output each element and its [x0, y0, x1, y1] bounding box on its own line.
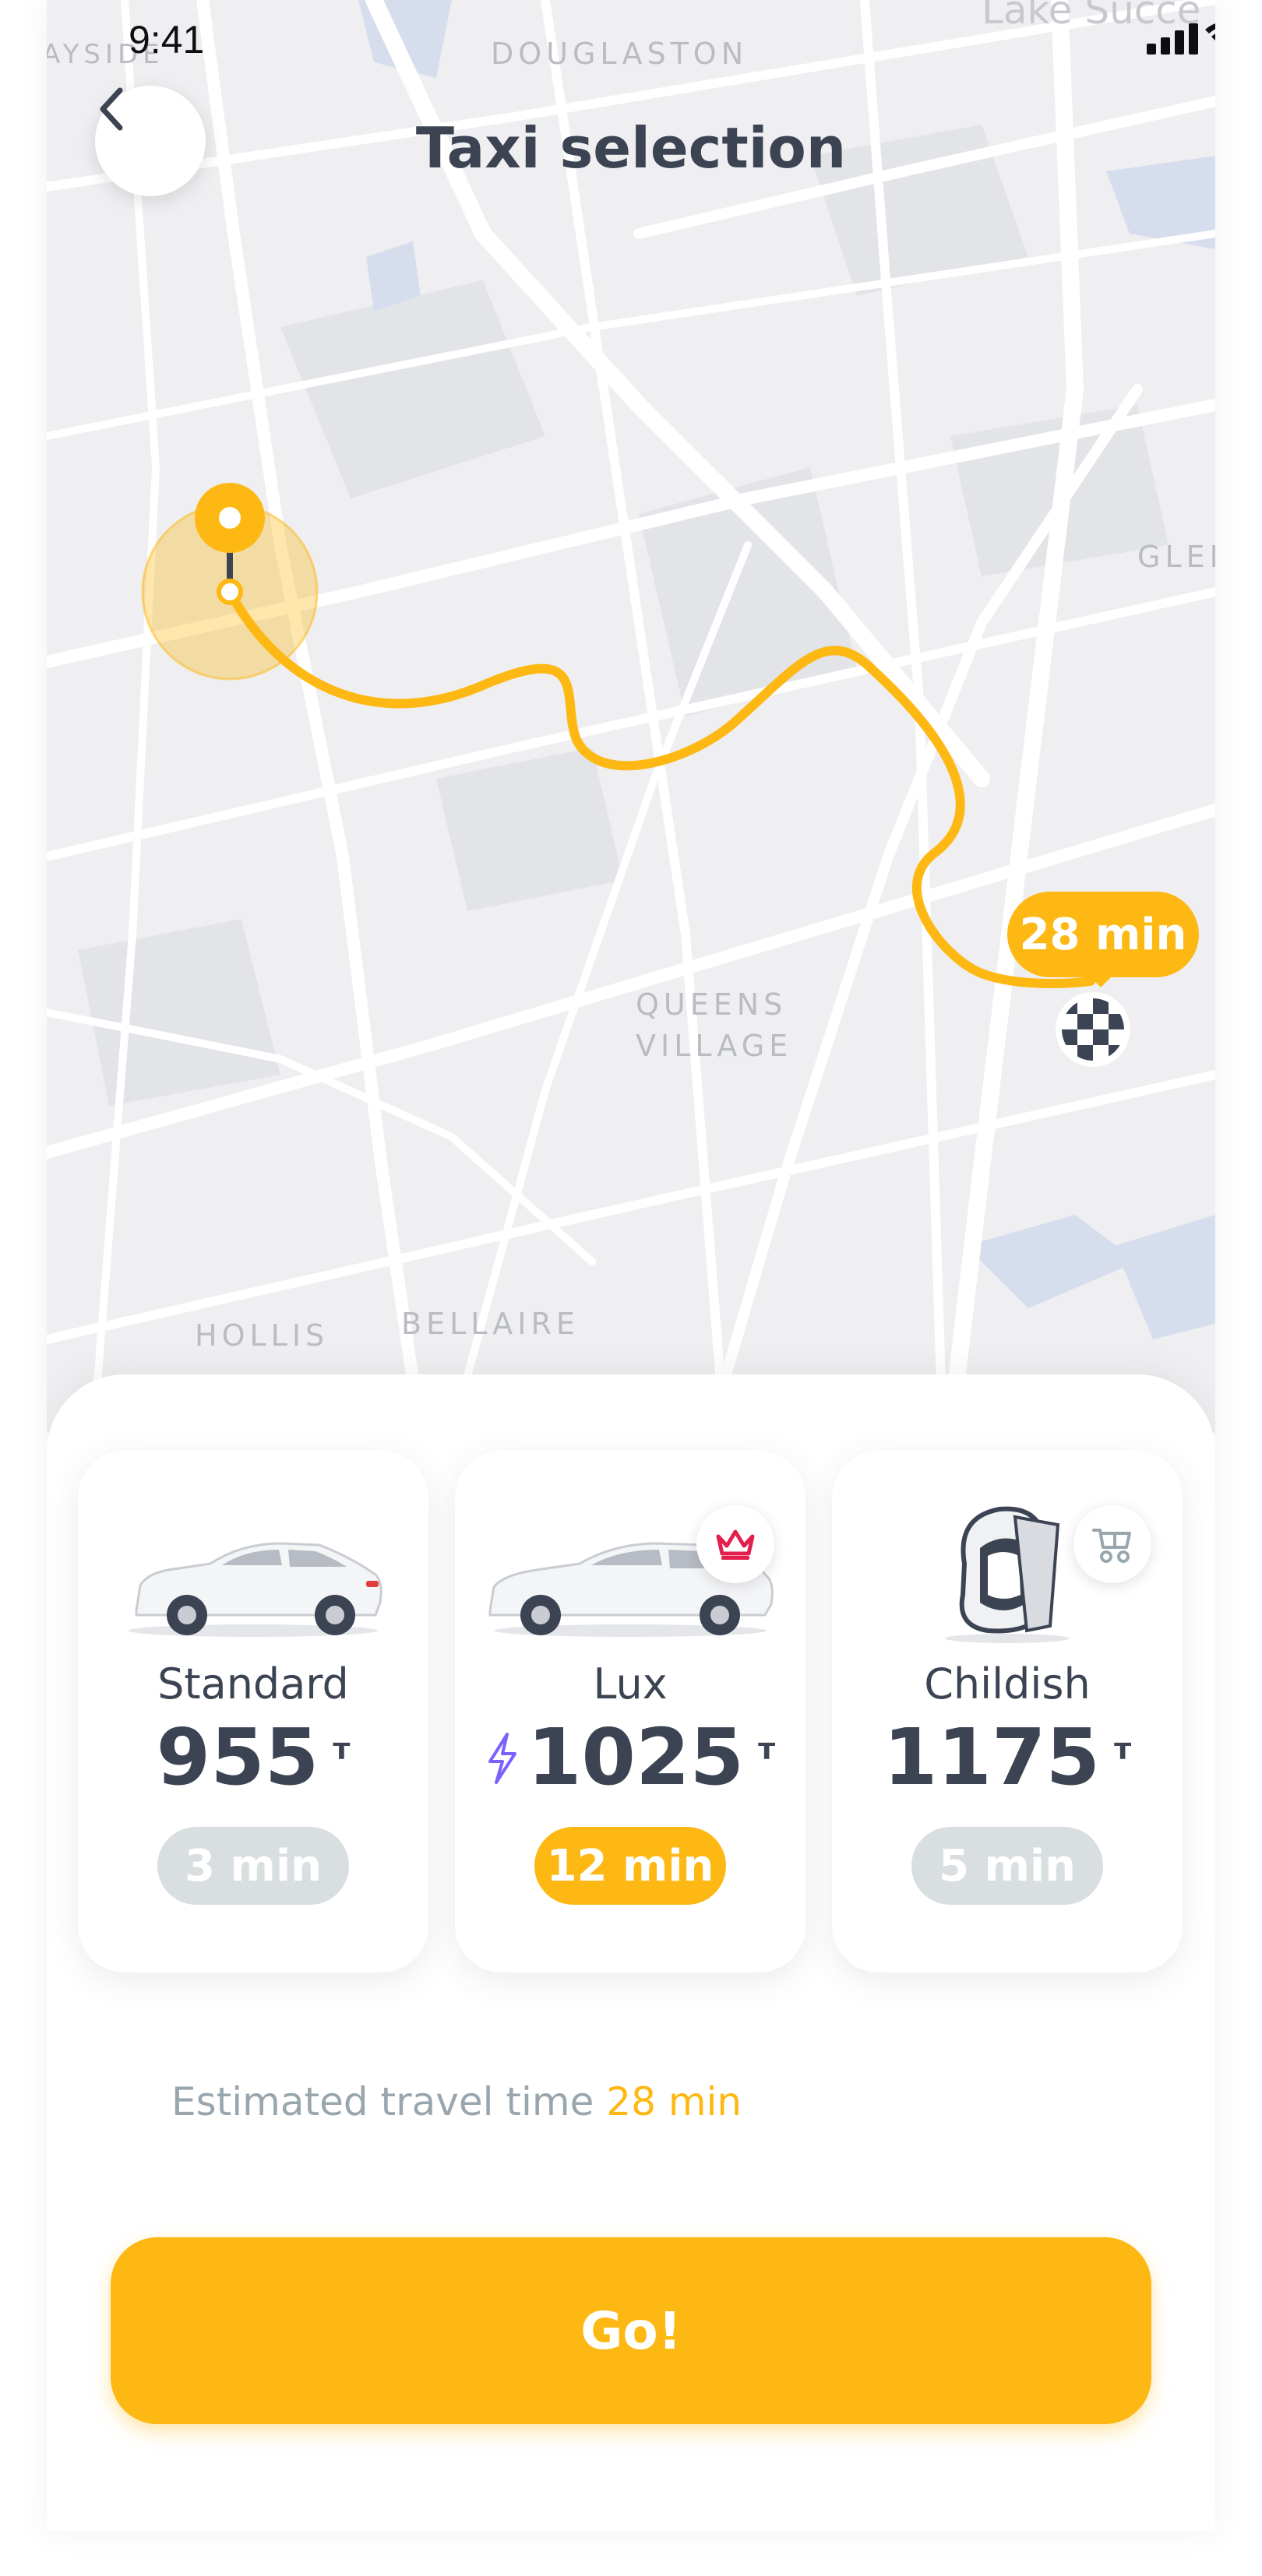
wifi-icon — [1205, 23, 1215, 40]
price-value: 1175 — [883, 1712, 1101, 1803]
crown-badge — [696, 1505, 774, 1583]
taxi-options-sheet: Standard 955 т 3 min Lux 1025 т 12 min C… — [47, 1374, 1215, 2531]
map-label-queens: QUEENS — [636, 987, 788, 1022]
currency-symbol: т — [1114, 1732, 1132, 1766]
taxi-option-childish[interactable]: Childish 1175 т 5 min — [832, 1451, 1183, 1972]
option-name: Standard — [157, 1659, 349, 1709]
estimate-label: Estimated travel time — [171, 2079, 594, 2124]
arrival-time-pill: 12 min — [534, 1827, 726, 1905]
map-background — [47, 0, 1215, 1433]
map-label-glen: GLEN — [1137, 540, 1215, 574]
currency-symbol: т — [333, 1732, 351, 1766]
page-title: Taxi selection — [415, 115, 847, 181]
lightning-icon — [488, 1733, 516, 1784]
estimated-travel-time: Estimated travel time 28 min — [171, 2079, 742, 2124]
go-button[interactable]: Go! — [111, 2237, 1151, 2424]
signal-icon — [1147, 23, 1198, 55]
price-value: 1025 — [527, 1712, 745, 1803]
option-price: 1025 т — [455, 1712, 805, 1804]
arrival-time-pill: 3 min — [157, 1827, 349, 1905]
crown-icon — [716, 1529, 755, 1560]
option-price: 1175 т — [832, 1712, 1183, 1803]
stroller-icon — [1092, 1529, 1131, 1563]
checkered-flag-icon — [1056, 992, 1130, 1067]
estimate-value: 28 min — [606, 2079, 742, 2124]
option-name: Lux — [593, 1659, 668, 1709]
option-name: Childish — [924, 1659, 1091, 1709]
taxi-option-lux[interactable]: Lux 1025 т 12 min — [455, 1451, 805, 1972]
eta-bubble-tail — [1087, 973, 1115, 987]
eta-bubble: 28 min — [1007, 892, 1199, 977]
route-map[interactable]: AYSIDE DOUGLASTON Lake Succe GLEN QUEENS… — [47, 0, 1215, 1433]
map-label-hollis: HOLLIS — [195, 1318, 330, 1353]
stroller-badge — [1073, 1505, 1151, 1583]
arrival-time-pill: 5 min — [911, 1827, 1103, 1905]
price-value: 955 — [156, 1712, 319, 1803]
taxi-option-standard[interactable]: Standard 955 т 3 min — [78, 1451, 428, 1972]
map-label-bellaire: BELLAIRE — [401, 1307, 580, 1341]
status-bar: 9:41 — [47, 0, 1215, 78]
option-price: 955 т — [78, 1712, 428, 1803]
phone-screen: AYSIDE DOUGLASTON Lake Succe GLEN QUEENS… — [47, 0, 1215, 2531]
map-label-village: VILLAGE — [636, 1029, 793, 1063]
status-time: 9:41 — [129, 18, 205, 62]
currency-symbol: т — [758, 1732, 776, 1766]
standard-car-image — [78, 1494, 428, 1657]
